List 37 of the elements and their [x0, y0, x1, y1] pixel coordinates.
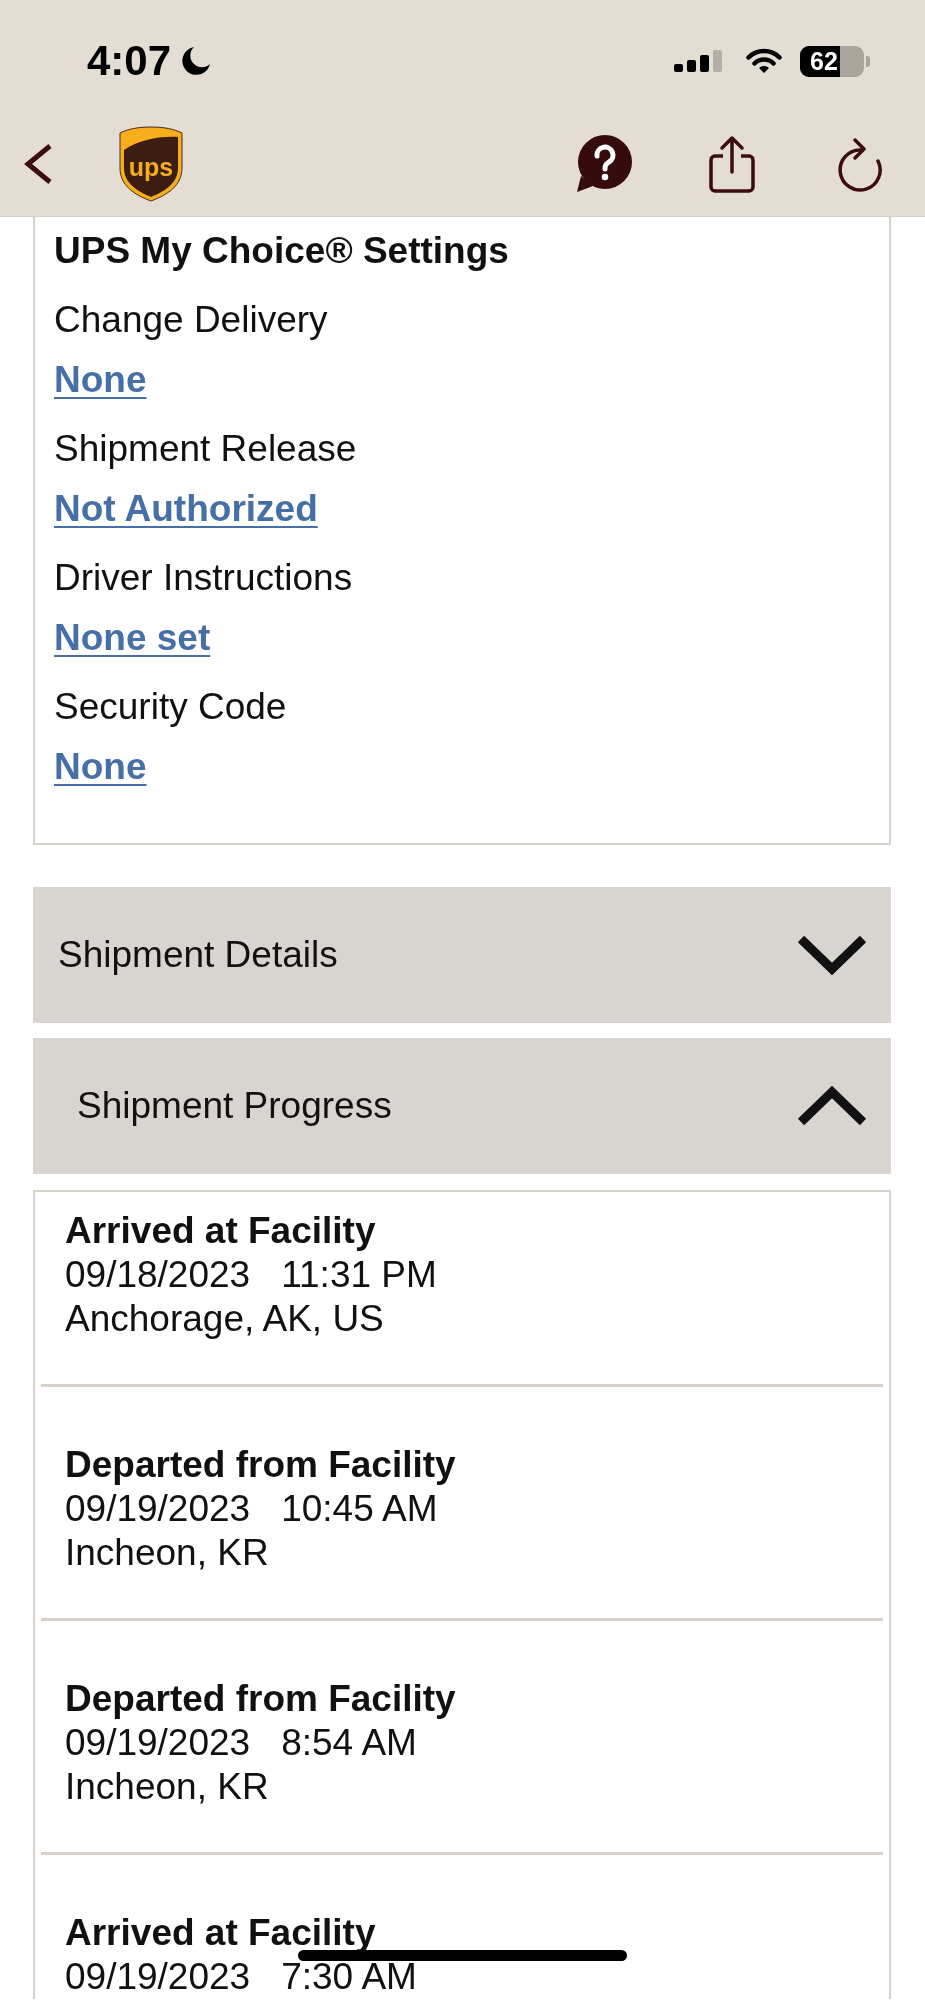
- event-status: Arrived at Facility: [65, 1210, 376, 1251]
- event-date: 09/19/2023: [65, 1956, 251, 1997]
- event-time: 10:45 AM: [281, 1488, 438, 1529]
- event-date: 09/19/2023: [65, 1488, 251, 1529]
- chevron-up-icon: [797, 1085, 867, 1127]
- event-location: Incheon, KR: [65, 1766, 269, 1807]
- chevron-down-icon: [797, 934, 867, 976]
- setting-label: Driver Instructions: [54, 557, 353, 598]
- event-location: Incheon, KR: [65, 1532, 269, 1573]
- wifi-icon: [746, 48, 782, 74]
- section-header[interactable]: Shipment Details: [33, 887, 891, 1023]
- section-header[interactable]: Shipment Progress: [33, 1038, 891, 1174]
- shield-logo: ups: [119, 126, 183, 202]
- event-date: 09/19/2023: [65, 1722, 251, 1763]
- share-icon[interactable]: [708, 134, 756, 194]
- setting-label: Security Code: [54, 686, 287, 727]
- status-time: 4:07: [87, 37, 172, 85]
- battery-percent: 62: [810, 48, 838, 74]
- signal-icon: [674, 50, 724, 72]
- moon-icon: [181, 46, 212, 76]
- setting-link[interactable]: None set: [54, 617, 211, 658]
- setting-label: Change Delivery: [54, 299, 328, 340]
- event-time: 7:30 AM: [281, 1956, 417, 1997]
- event-date: 09/18/2023: [65, 1254, 251, 1295]
- event-status: Departed from Facility: [65, 1444, 456, 1485]
- refresh-icon[interactable]: [836, 135, 884, 193]
- card-title: UPS My Choice® Settings: [54, 229, 510, 273]
- setting-link[interactable]: Not Authorized: [54, 488, 318, 529]
- event-time: 11:31 PM: [281, 1254, 437, 1295]
- event-status: Departed from Facility: [65, 1678, 456, 1719]
- setting-link[interactable]: None: [54, 746, 147, 787]
- setting-link[interactable]: None: [54, 359, 147, 400]
- event-time: 8:54 AM: [281, 1722, 417, 1763]
- setting-label: Shipment Release: [54, 428, 357, 469]
- event-location: Anchorage, AK, US: [65, 1298, 384, 1339]
- back-icon[interactable]: [22, 143, 54, 185]
- event-status: Arrived at Facility: [65, 1912, 376, 1953]
